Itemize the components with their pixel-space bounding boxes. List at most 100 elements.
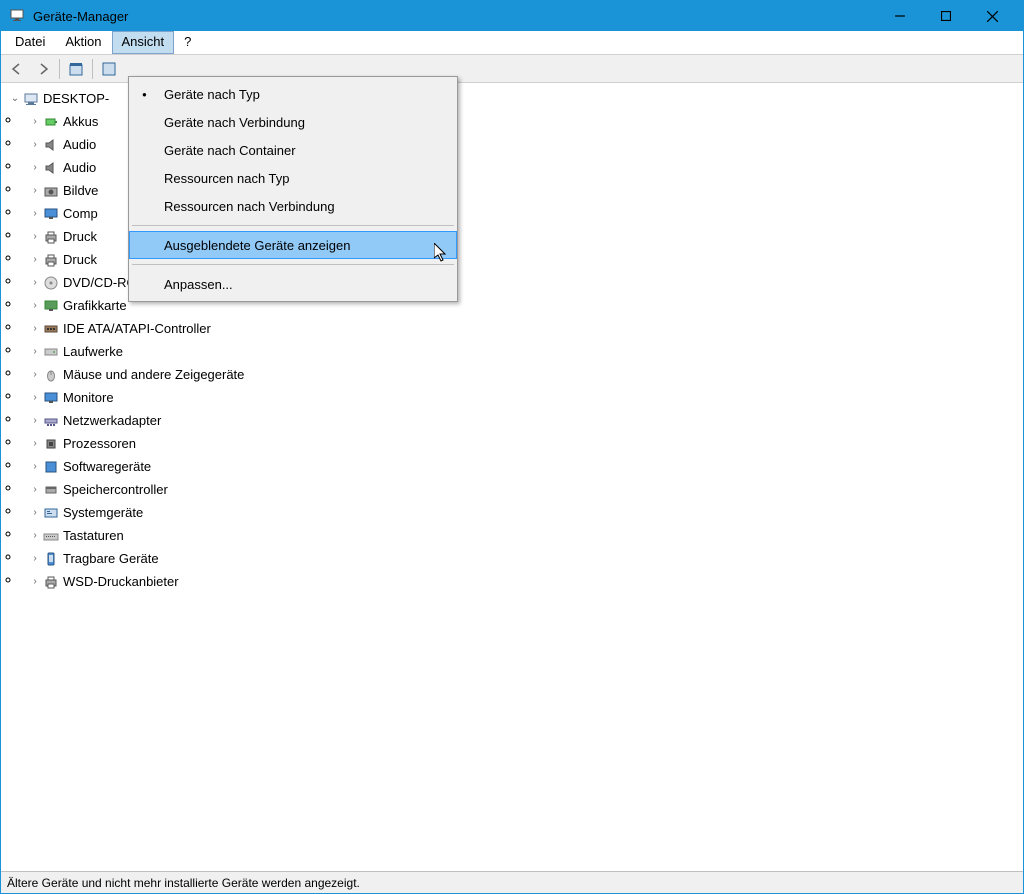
storage-icon xyxy=(43,482,59,498)
tree-item[interactable]: › IDE ATA/ATAPI-Controller xyxy=(21,317,1023,340)
expand-arrow-icon[interactable]: › xyxy=(29,162,41,174)
portable-icon xyxy=(43,551,59,567)
controller-icon xyxy=(43,321,59,337)
window-title: Geräte-Manager xyxy=(33,9,877,24)
tree-item-label: Systemgeräte xyxy=(63,505,143,520)
expand-arrow-icon[interactable]: › xyxy=(29,116,41,128)
menubar: DateiAktionAnsicht? xyxy=(1,31,1023,55)
close-button[interactable] xyxy=(969,1,1015,31)
tree-item-label: WSD-Druckanbieter xyxy=(63,574,179,589)
toolbar-separator xyxy=(92,59,93,79)
printer-icon xyxy=(43,252,59,268)
expand-arrow-icon[interactable]: › xyxy=(29,300,41,312)
printer-icon xyxy=(43,229,59,245)
back-button[interactable] xyxy=(5,57,29,81)
dropdown-item[interactable]: Ressourcen nach Typ xyxy=(129,164,457,192)
expand-arrow-icon[interactable]: › xyxy=(29,576,41,588)
keyboard-icon xyxy=(43,528,59,544)
tree-item[interactable]: › Laufwerke xyxy=(21,340,1023,363)
toolbar-separator xyxy=(59,59,60,79)
dropdown-separator xyxy=(132,225,454,226)
network-icon xyxy=(43,413,59,429)
tree-item[interactable]: › Netzwerkadapter xyxy=(21,409,1023,432)
dropdown-item[interactable]: Anpassen... xyxy=(129,270,457,298)
tree-item-label: IDE ATA/ATAPI-Controller xyxy=(63,321,211,336)
tree-item[interactable]: › Softwaregeräte xyxy=(21,455,1023,478)
app-icon xyxy=(9,8,25,24)
tree-item[interactable]: › Tragbare Geräte xyxy=(21,547,1023,570)
printer-icon xyxy=(43,574,59,590)
collapse-arrow-icon[interactable]: ⌄ xyxy=(9,93,21,105)
tree-item[interactable]: › Tastaturen xyxy=(21,524,1023,547)
expand-arrow-icon[interactable]: › xyxy=(29,392,41,404)
tree-item-label: Tastaturen xyxy=(63,528,124,543)
computer-icon xyxy=(23,91,39,107)
monitor-icon xyxy=(43,206,59,222)
dropdown-separator xyxy=(132,264,454,265)
dropdown-item[interactable]: Geräte nach Container xyxy=(129,136,457,164)
tree-item-label: Laufwerke xyxy=(63,344,123,359)
tree-item-label: Softwaregeräte xyxy=(63,459,151,474)
camera-icon xyxy=(43,183,59,199)
display-icon xyxy=(43,298,59,314)
speaker-icon xyxy=(43,137,59,153)
tree-item-label: Netzwerkadapter xyxy=(63,413,161,428)
expand-arrow-icon[interactable]: › xyxy=(29,553,41,565)
expand-arrow-icon[interactable]: › xyxy=(29,369,41,381)
expand-arrow-icon[interactable]: › xyxy=(29,415,41,427)
dropdown-item[interactable]: Geräte nach Typ xyxy=(129,80,457,108)
tree-item[interactable]: › Prozessoren xyxy=(21,432,1023,455)
expand-arrow-icon[interactable]: › xyxy=(29,346,41,358)
tree-item-label: Druck xyxy=(63,252,97,267)
dropdown-item[interactable]: Ausgeblendete Geräte anzeigen xyxy=(129,231,457,259)
tree-item[interactable]: › Monitore xyxy=(21,386,1023,409)
expand-arrow-icon[interactable]: › xyxy=(29,530,41,542)
tree-item-label: Grafikkarte xyxy=(63,298,127,313)
tree-item-label: Prozessoren xyxy=(63,436,136,451)
expand-arrow-icon[interactable]: › xyxy=(29,461,41,473)
expand-arrow-icon[interactable]: › xyxy=(29,208,41,220)
tree-item-label: Mäuse und andere Zeigegeräte xyxy=(63,367,244,382)
menu-item-ansicht[interactable]: Ansicht xyxy=(112,31,175,54)
tree-root-label: DESKTOP- xyxy=(43,91,109,106)
expand-arrow-icon[interactable]: › xyxy=(29,254,41,266)
menu-item-?[interactable]: ? xyxy=(174,31,201,54)
tree-item-label: Akkus xyxy=(63,114,98,129)
system-icon xyxy=(43,505,59,521)
dropdown-item[interactable]: Geräte nach Verbindung xyxy=(129,108,457,136)
expand-arrow-icon[interactable]: › xyxy=(29,139,41,151)
forward-button[interactable] xyxy=(31,57,55,81)
maximize-button[interactable] xyxy=(923,1,969,31)
view-dropdown: Geräte nach TypGeräte nach VerbindungGer… xyxy=(128,76,458,302)
help-button[interactable] xyxy=(97,57,121,81)
status-text: Ältere Geräte und nicht mehr installiert… xyxy=(7,876,360,890)
drive-icon xyxy=(43,344,59,360)
tree-item-label: Tragbare Geräte xyxy=(63,551,159,566)
expand-arrow-icon[interactable]: › xyxy=(29,231,41,243)
tree-item-label: Comp xyxy=(63,206,98,221)
tree-item-label: Monitore xyxy=(63,390,114,405)
tree-item-label: Speichercontroller xyxy=(63,482,168,497)
dropdown-item[interactable]: Ressourcen nach Verbindung xyxy=(129,192,457,220)
expand-arrow-icon[interactable]: › xyxy=(29,323,41,335)
battery-icon xyxy=(43,114,59,130)
expand-arrow-icon[interactable]: › xyxy=(29,185,41,197)
tree-item[interactable]: › Mäuse und andere Zeigegeräte xyxy=(21,363,1023,386)
titlebar: Geräte-Manager xyxy=(1,1,1023,31)
menu-item-aktion[interactable]: Aktion xyxy=(55,31,111,54)
expand-arrow-icon[interactable]: › xyxy=(29,277,41,289)
minimize-button[interactable] xyxy=(877,1,923,31)
menu-item-datei[interactable]: Datei xyxy=(5,31,55,54)
properties-button[interactable] xyxy=(64,57,88,81)
tree-item[interactable]: › WSD-Druckanbieter xyxy=(21,570,1023,593)
tree-item-label: Audio xyxy=(63,137,96,152)
tree-item[interactable]: › Systemgeräte xyxy=(21,501,1023,524)
statusbar: Ältere Geräte und nicht mehr installiert… xyxy=(1,871,1023,893)
tree-item-label: Audio xyxy=(63,160,96,175)
expand-arrow-icon[interactable]: › xyxy=(29,507,41,519)
tree-item[interactable]: › Speichercontroller xyxy=(21,478,1023,501)
tree-item-label: Bildve xyxy=(63,183,98,198)
expand-arrow-icon[interactable]: › xyxy=(29,484,41,496)
monitor-icon xyxy=(43,390,59,406)
expand-arrow-icon[interactable]: › xyxy=(29,438,41,450)
